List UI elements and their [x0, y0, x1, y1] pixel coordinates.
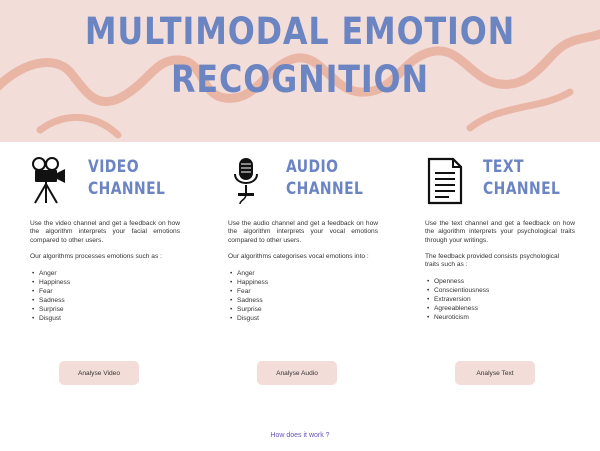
- list-item: Sadness: [32, 296, 180, 305]
- list-item: Extraversion: [427, 295, 575, 304]
- list-item: Conscientiousness: [427, 286, 575, 295]
- emotions-intro: Our algorithms categorises vocal emotion…: [228, 252, 369, 260]
- emotion-list: Anger Happiness Fear Sadness Surprise Di…: [228, 269, 378, 323]
- list-item: Neuroticism: [427, 313, 575, 322]
- channel-header: Audio Channel: [228, 150, 378, 208]
- trait-list: Openness Conscientiousness Extraversion …: [425, 277, 575, 322]
- traits-intro: The feedback provided consists psycholog…: [425, 252, 560, 269]
- microphone-icon: [234, 158, 258, 205]
- list-item: Anger: [32, 269, 180, 278]
- video-channel-column: Video Channel Use the video channel and …: [30, 150, 180, 323]
- list-item: Disgust: [32, 314, 180, 323]
- list-item: Agreeableness: [427, 304, 575, 313]
- channel-header: Video Channel: [30, 150, 180, 208]
- text-channel-column: Text Channel Use the text channel and ge…: [425, 150, 575, 322]
- analyse-text-button[interactable]: Analyse Text: [455, 361, 535, 385]
- document-icon: [427, 157, 463, 205]
- channel-description: Use the video channel and get a feedback…: [30, 220, 180, 244]
- channel-description: Use the text channel and get a feedback …: [425, 220, 575, 244]
- list-item: Surprise: [230, 305, 378, 314]
- list-item: Happiness: [32, 278, 180, 287]
- channel-title: Audio Channel: [286, 157, 364, 199]
- channel-description: Use the audio channel and get a feedback…: [228, 220, 378, 244]
- movie-camera-icon: [32, 157, 65, 204]
- emotions-intro: Our algorithms processes emotions such a…: [30, 252, 162, 260]
- how-it-works-link[interactable]: How does it work ?: [0, 432, 600, 439]
- emotion-list: Anger Happiness Fear Sadness Surprise Di…: [30, 269, 180, 323]
- list-item: Anger: [230, 269, 378, 278]
- list-item: Sadness: [230, 296, 378, 305]
- audio-channel-column: Audio Channel Use the audio channel and …: [228, 150, 378, 323]
- list-item: Happiness: [230, 278, 378, 287]
- channel-title: Text Channel: [483, 157, 561, 199]
- list-item: Disgust: [230, 314, 378, 323]
- channel-header: Text Channel: [425, 150, 575, 208]
- channel-title: Video Channel: [88, 157, 166, 199]
- list-item: Fear: [32, 287, 180, 296]
- analyse-video-button[interactable]: Analyse Video: [59, 361, 139, 385]
- list-item: Fear: [230, 287, 378, 296]
- list-item: Openness: [427, 277, 575, 286]
- list-item: Surprise: [32, 305, 180, 314]
- analyse-audio-button[interactable]: Analyse Audio: [257, 361, 337, 385]
- hero-banner: Multimodal Emotion Recognition: [0, 0, 600, 142]
- page-title: Multimodal Emotion Recognition: [84, 10, 516, 101]
